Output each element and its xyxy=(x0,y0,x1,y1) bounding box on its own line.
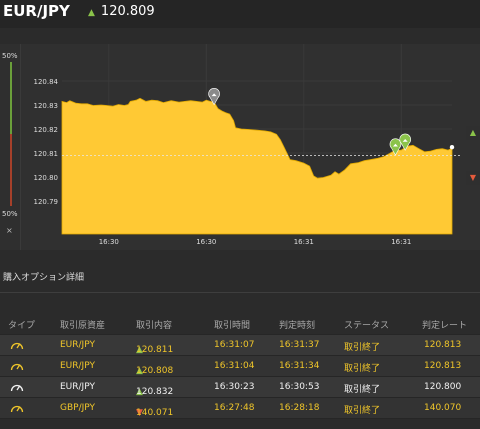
row-judge-rate: 120.800 xyxy=(424,382,462,392)
row-trade-time: 16:27:48 xyxy=(214,403,255,413)
current-rate-dot xyxy=(449,145,455,150)
high-arrow-icon: ▲ xyxy=(469,128,477,137)
row-trade-time: 16:30:23 xyxy=(214,382,255,392)
current-price: ▲ 120.809 xyxy=(88,4,155,19)
x-tick-label: 16:31 xyxy=(294,238,314,246)
row-judge-time: 16:30:53 xyxy=(279,382,320,392)
currency-pair-title: EUR/JPY xyxy=(3,2,70,20)
row-status: 取引終了 xyxy=(344,406,381,416)
row-trade-time: 16:31:07 xyxy=(214,340,255,350)
col-judge-rate: 判定レート xyxy=(422,321,468,331)
details-heading: 購入オプション詳細 xyxy=(3,273,85,283)
probability-down-line xyxy=(10,134,12,206)
gauge-icon xyxy=(10,342,24,350)
table-row[interactable]: EUR/JPY ▲ 120.808 16:31:04 16:31:34 取引終了 … xyxy=(0,356,480,377)
header-bar: EUR/JPY ▲ 120.809 xyxy=(0,0,480,28)
table-row[interactable]: GBP/JPY ▼ 140.071 16:27:48 16:28:18 取引終了 … xyxy=(0,398,480,419)
y-tick-label: 120.84 xyxy=(34,78,59,86)
row-asset: EUR/JPY xyxy=(60,382,95,392)
close-chart-icon[interactable]: × xyxy=(6,226,13,235)
y-tick-label: 120.83 xyxy=(34,102,59,110)
y-tick-label: 120.81 xyxy=(34,150,59,158)
probability-bar: 50% 50% × xyxy=(0,44,21,250)
col-judge-time: 判定時刻 xyxy=(279,321,316,331)
table-header-row: タイプ 取引原資産 取引内容 取引時間 判定時刻 ステータス 判定レート xyxy=(0,312,480,335)
gauge-icon xyxy=(10,363,24,371)
col-trade-time: 取引時間 xyxy=(214,321,251,331)
y-tick-label: 120.79 xyxy=(34,198,59,206)
row-judge-time: 16:28:18 xyxy=(279,403,320,413)
low-arrow-icon: ▼ xyxy=(469,173,477,182)
col-status: ステータス xyxy=(344,321,390,331)
row-judge-time: 16:31:34 xyxy=(279,361,320,371)
row-asset: EUR/JPY xyxy=(60,361,95,371)
y-tick-label: 120.82 xyxy=(34,126,59,134)
options-table: タイプ 取引原資産 取引内容 取引時間 判定時刻 ステータス 判定レート EUR… xyxy=(0,312,480,419)
y-tick-label: 120.80 xyxy=(34,174,59,182)
row-status: 取引終了 xyxy=(344,364,381,374)
gauge-icon xyxy=(10,384,24,392)
table-row[interactable]: EUR/JPY ▲ 120.832 16:30:23 16:30:53 取引終了 … xyxy=(0,377,480,398)
row-judge-rate: 120.813 xyxy=(424,340,462,350)
row-status: 取引終了 xyxy=(344,385,381,395)
col-type: タイプ xyxy=(8,321,36,331)
x-tick-label: 16:30 xyxy=(196,238,216,246)
x-tick-label: 16:30 xyxy=(99,238,119,246)
buy-high-button[interactable]: ▲ xyxy=(466,126,480,140)
buy-low-button[interactable]: ▼ xyxy=(466,171,480,185)
col-asset: 取引原資産 xyxy=(60,321,106,331)
row-judge-time: 16:31:37 xyxy=(279,340,320,350)
gauge-icon xyxy=(10,405,24,413)
price-chart: 120.84 120.83 120.82 120.81 120.80 120.79 16:3… xyxy=(34,44,462,246)
table-row[interactable]: EUR/JPY ▲ 120.811 16:31:07 16:31:37 取引終了 … xyxy=(0,335,480,356)
probability-up-line xyxy=(10,62,12,134)
row-trade-time: 16:31:04 xyxy=(214,361,255,371)
divider xyxy=(0,292,480,293)
col-content: 取引内容 xyxy=(136,321,173,331)
row-judge-rate: 120.813 xyxy=(424,361,462,371)
row-status: 取引終了 xyxy=(344,343,381,353)
row-asset: EUR/JPY xyxy=(60,340,95,350)
current-price-value: 120.809 xyxy=(100,4,155,19)
probability-top-label: 50% xyxy=(2,52,18,60)
x-tick-label: 16:31 xyxy=(391,238,411,246)
probability-bottom-label: 50% xyxy=(2,210,18,218)
price-chart-panel: 50% 50% × 120.84 120.83 120.82 120.81 120.80… xyxy=(0,44,480,250)
up-arrow-icon: ▲ xyxy=(88,8,95,18)
row-asset: GBP/JPY xyxy=(60,403,95,413)
row-judge-rate: 140.070 xyxy=(424,403,462,413)
